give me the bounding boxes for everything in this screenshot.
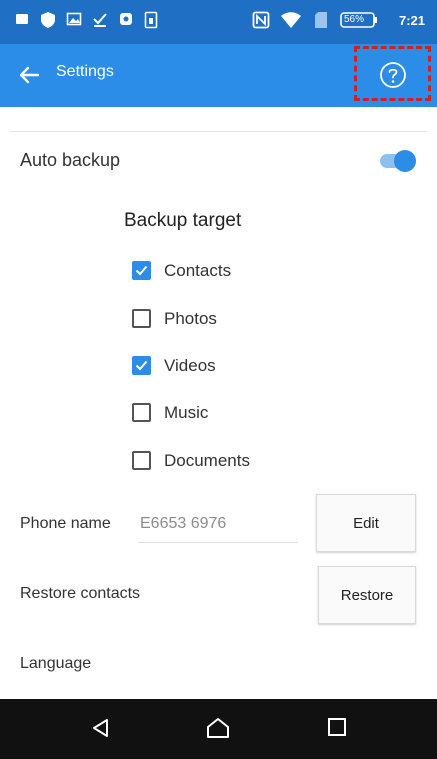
recents-nav-icon[interactable] xyxy=(327,717,347,737)
phone-name-field[interactable]: E6653 6976 xyxy=(140,515,226,533)
home-nav-icon[interactable] xyxy=(206,717,230,739)
navigation-bar xyxy=(0,699,437,759)
back-nav-icon[interactable] xyxy=(90,717,112,739)
sd-card-icon xyxy=(315,12,327,28)
language-label[interactable]: Language xyxy=(20,655,91,673)
page-title: Settings xyxy=(56,63,114,80)
settings-content: Auto backup Backup target Contacts Photo… xyxy=(0,107,437,699)
checkbox-label: Videos xyxy=(164,356,216,375)
app-bar: Settings xyxy=(0,44,437,107)
help-icon[interactable] xyxy=(379,61,407,89)
checkbox-unchecked-icon xyxy=(132,451,151,470)
auto-backup-label: Auto backup xyxy=(20,150,121,170)
help-highlight-box xyxy=(354,46,431,101)
clock: 7:21 xyxy=(398,13,425,28)
restore-button[interactable]: Restore xyxy=(318,566,416,624)
checkbox-label: Photos xyxy=(164,309,217,328)
notification-icon xyxy=(16,14,28,24)
phone-storage-icon xyxy=(144,11,158,29)
image-icon xyxy=(66,12,82,26)
checkbox-unchecked-icon xyxy=(132,309,151,328)
battery-percent: 56% xyxy=(344,14,365,25)
status-bar: 56% 7:21 xyxy=(0,0,437,44)
checkbox-label: Documents xyxy=(164,451,250,470)
shield-icon xyxy=(41,12,55,28)
checkbox-label: Contacts xyxy=(164,261,232,280)
phone-name-label: Phone name xyxy=(20,515,111,532)
checkbox-checked-icon xyxy=(132,356,151,375)
auto-backup-toggle[interactable] xyxy=(378,150,416,172)
phone-name-underline xyxy=(138,542,298,543)
backup-target-title: Backup target xyxy=(124,210,242,231)
checkbox-label: Music xyxy=(164,403,209,422)
edit-button[interactable]: Edit xyxy=(316,494,416,552)
nfc-icon xyxy=(252,11,270,29)
back-arrow-icon[interactable] xyxy=(18,64,40,86)
download-done-icon xyxy=(93,13,107,27)
checkbox-unchecked-icon xyxy=(132,403,151,422)
toggle-thumb xyxy=(394,150,416,172)
wifi-icon xyxy=(281,12,301,28)
app-notification-icon xyxy=(120,13,132,25)
restore-contacts-label: Restore contacts xyxy=(20,585,141,602)
divider xyxy=(10,131,427,132)
checkbox-checked-icon xyxy=(132,261,151,280)
